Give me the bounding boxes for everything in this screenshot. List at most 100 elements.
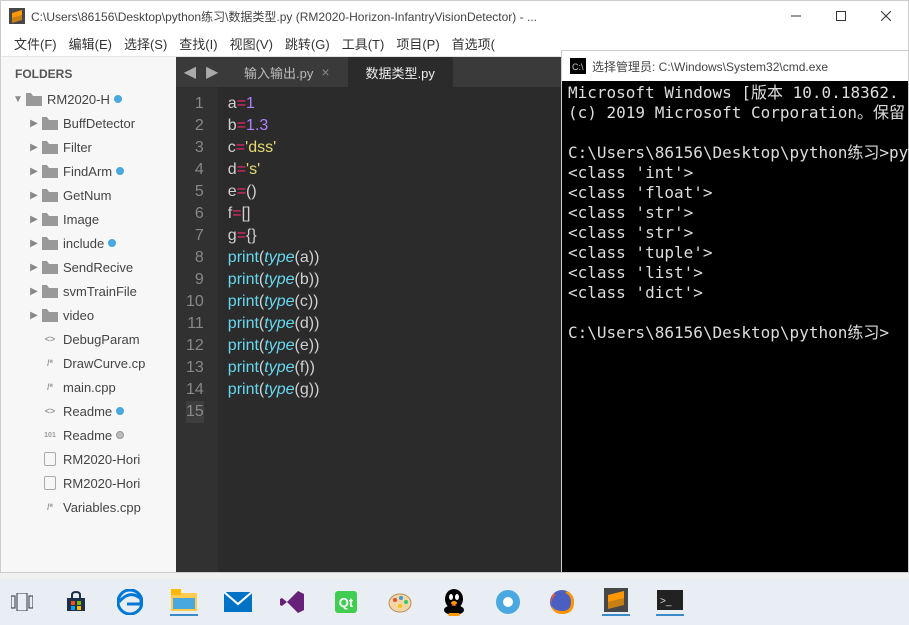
taskbar-explorer[interactable] [170, 588, 198, 616]
line-number: 2 [186, 115, 204, 137]
tree-item[interactable]: ▶include [1, 231, 176, 255]
code-line[interactable]: print(type(a)) [228, 247, 320, 269]
taskbar-qq[interactable] [440, 588, 468, 616]
tree-item-label: SendRecive [63, 260, 133, 275]
line-number: 13 [186, 357, 204, 379]
taskbar-cmd[interactable]: >_ [656, 588, 684, 616]
taskbar: Qt >_ [0, 579, 909, 625]
tree-item[interactable]: RM2020-Hori [1, 447, 176, 471]
tree-item[interactable]: ▶Filter [1, 135, 176, 159]
tree-item[interactable]: ▶svmTrainFile [1, 279, 176, 303]
code-line[interactable]: print(type(d)) [228, 313, 320, 335]
menu-item[interactable]: 查找(I) [174, 32, 222, 55]
code-line[interactable]: print(type(c)) [228, 291, 320, 313]
tree-item[interactable]: /*DrawCurve.cp [1, 351, 176, 375]
tree-item[interactable]: RM2020-Hori [1, 471, 176, 495]
taskbar-browser[interactable] [494, 588, 522, 616]
folder-icon [41, 187, 59, 203]
sidebar: FOLDERS ▼RM2020-H▶BuffDetector▶Filter▶Fi… [1, 57, 176, 572]
menu-item[interactable]: 跳转(G) [280, 32, 335, 55]
tree-item-label: Image [63, 212, 99, 227]
tab-label: 数据类型.py [366, 63, 435, 82]
tab-nav[interactable]: ◀ ▶ [176, 57, 226, 87]
file-icon [41, 451, 59, 467]
tree-arrow-icon[interactable]: ▶ [27, 142, 41, 153]
tree-arrow-icon[interactable]: ▶ [27, 286, 41, 297]
tab-prev-icon[interactable]: ◀ [184, 62, 196, 82]
line-number: 1 [186, 93, 204, 115]
tree-arrow-icon[interactable]: ▶ [27, 190, 41, 201]
close-button[interactable] [863, 1, 908, 31]
file-icon [41, 475, 59, 491]
cmd-titlebar[interactable]: C:\ 选择管理员: C:\Windows\System32\cmd.exe [562, 51, 908, 81]
tree-item[interactable]: /*Variables.cpp [1, 495, 176, 519]
minimize-button[interactable] [773, 1, 818, 31]
code-line[interactable]: print(type(f)) [228, 357, 320, 379]
taskbar-sublime[interactable] [602, 588, 630, 616]
menu-item[interactable]: 首选项( [447, 32, 500, 55]
taskbar-store[interactable] [62, 588, 90, 616]
line-number: 9 [186, 269, 204, 291]
tree-arrow-icon[interactable]: ▶ [27, 238, 41, 249]
tree-item[interactable]: ▼RM2020-H [1, 87, 176, 111]
tab-close-icon[interactable]: × [321, 64, 329, 80]
code-line[interactable]: e=() [228, 181, 320, 203]
status-dot [116, 431, 124, 439]
menu-item[interactable]: 文件(F) [9, 32, 62, 55]
tree-item[interactable]: ▶ video [1, 303, 176, 327]
folder-icon [41, 259, 59, 275]
line-number: 15 [186, 401, 204, 423]
taskbar-vstudio[interactable] [278, 588, 306, 616]
taskbar-mail[interactable] [224, 588, 252, 616]
code-line[interactable]: g={} [228, 225, 320, 247]
code-line[interactable]: print(type(g)) [228, 379, 320, 401]
taskbar-task-view[interactable] [8, 588, 36, 616]
code-line[interactable]: a=1 [228, 93, 320, 115]
tree-arrow-icon[interactable]: ▶ [27, 166, 41, 177]
tree-arrow-icon[interactable]: ▶ [27, 214, 41, 225]
tree-item[interactable]: /*main.cpp [1, 375, 176, 399]
taskbar-firefox[interactable] [548, 588, 576, 616]
menu-item[interactable]: 视图(V) [225, 32, 278, 55]
tree-item-label: Variables.cpp [63, 500, 141, 515]
tab-inactive[interactable]: 输入输出.py × [226, 57, 348, 87]
menu-item[interactable]: 编辑(E) [64, 32, 117, 55]
code-line[interactable]: c='dss' [228, 137, 320, 159]
sublime-titlebar[interactable]: C:\Users\86156\Desktop\python练习\数据类型.py … [1, 1, 908, 31]
code-line[interactable]: d='s' [228, 159, 320, 181]
line-number: 7 [186, 225, 204, 247]
taskbar-edge[interactable] [116, 588, 144, 616]
tree-item[interactable]: <>Readme [1, 399, 176, 423]
cpp-icon: /* [41, 379, 59, 395]
source[interactable]: a=1b=1.3c='dss'd='s'e=()f=[]g={}print(ty… [218, 87, 330, 572]
tree-item[interactable]: ▶ Image [1, 207, 176, 231]
tree-item[interactable]: ▶ SendRecive [1, 255, 176, 279]
menu-item[interactable]: 选择(S) [119, 32, 172, 55]
code-line[interactable]: print(type(e)) [228, 335, 320, 357]
tree-arrow-icon[interactable]: ▶ [27, 118, 41, 129]
folder-icon [41, 283, 59, 299]
taskbar-qt[interactable]: Qt [332, 588, 360, 616]
code-line[interactable]: f=[] [228, 203, 320, 225]
tree-item-label: RM2020-Hori [63, 452, 140, 467]
code-line[interactable]: print(type(b)) [228, 269, 320, 291]
tree-item[interactable]: ▶GetNum [1, 183, 176, 207]
code-line[interactable]: b=1.3 [228, 115, 320, 137]
menu-item[interactable]: 项目(P) [391, 32, 444, 55]
tree-item[interactable]: ▶FindArm [1, 159, 176, 183]
tree-arrow-icon[interactable]: ▶ [27, 310, 41, 321]
tree-item[interactable]: ▶BuffDetector [1, 111, 176, 135]
tab-active[interactable]: 数据类型.py [348, 57, 453, 87]
tree-arrow-icon[interactable]: ▼ [11, 94, 25, 105]
tab-next-icon[interactable]: ▶ [206, 62, 218, 82]
maximize-button[interactable] [818, 1, 863, 31]
tree-item[interactable]: <>DebugParam [1, 327, 176, 351]
tree-item-label: video [63, 308, 94, 323]
tree-item[interactable]: 101Readme [1, 423, 176, 447]
cmd-output[interactable]: Microsoft Windows [版本 10.0.18362. (c) 20… [562, 81, 908, 572]
code-line[interactable] [228, 401, 320, 423]
menu-item[interactable]: 工具(T) [337, 32, 390, 55]
taskbar-paint[interactable] [386, 588, 414, 616]
folder-icon [41, 307, 59, 323]
tree-arrow-icon[interactable]: ▶ [27, 262, 41, 273]
